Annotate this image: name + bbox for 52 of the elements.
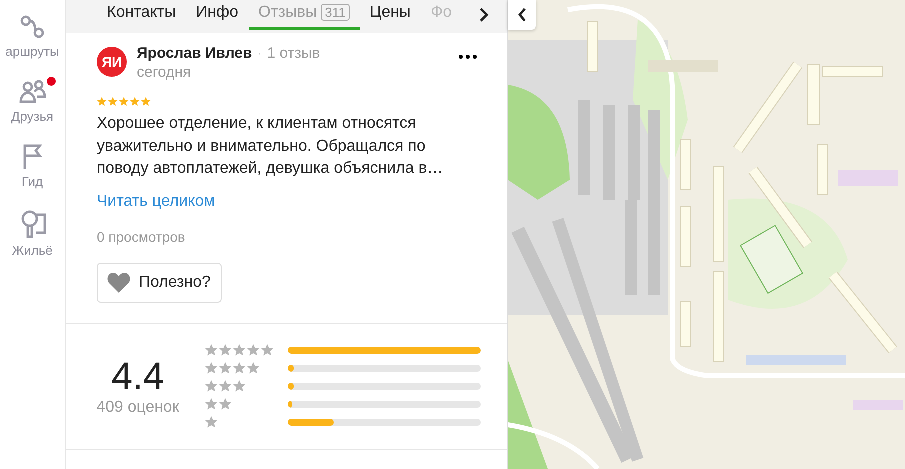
star-icon: [219, 362, 232, 374]
tab[interactable]: Цены: [360, 0, 421, 30]
star-icon: [130, 97, 140, 107]
tab[interactable]: Инфо: [186, 0, 249, 30]
sidebar-label: аршруты: [6, 44, 60, 59]
rating-score: 4.4: [112, 356, 164, 398]
view-count: 0 просмотров: [97, 228, 186, 244]
star-icon: [233, 344, 246, 356]
chevron-right-icon[interactable]: [479, 8, 489, 22]
star-icon: [205, 362, 218, 374]
read-more-link[interactable]: Читать целиком: [97, 192, 477, 210]
review-date: сегодня: [137, 64, 192, 81]
star-icon: [205, 344, 218, 356]
tab[interactable]: Отзывы 311: [248, 0, 360, 30]
sidebar-label: Жильё: [12, 243, 53, 258]
sidebar-item[interactable]: аршруты: [0, 14, 65, 59]
rating-count: 409 оценок: [96, 398, 180, 416]
star-icon: [219, 344, 232, 356]
star-icon: [247, 344, 260, 356]
author-name: Ярослав Ивлев: [137, 45, 252, 62]
star-icon: [205, 380, 218, 392]
separator-dot: ·: [257, 45, 262, 62]
star-icon: [119, 97, 129, 107]
sidebar-label: Друзья: [11, 109, 54, 124]
star-icon: [261, 344, 274, 356]
star-icon: [205, 416, 218, 428]
review-count: 1 отзыв: [267, 45, 320, 62]
sidebar-label: Гид: [22, 174, 44, 189]
tab[interactable]: Фо: [420, 0, 462, 30]
avatar: ЯИ: [97, 47, 127, 77]
sidebar-item[interactable]: Жильё: [0, 209, 65, 258]
star-icon: [108, 97, 118, 107]
star-icon: [233, 380, 246, 392]
tab[interactable]: Контакты: [97, 0, 186, 30]
more-options-icon[interactable]: [459, 55, 477, 59]
friends-icon: [18, 79, 46, 105]
chevron-left-icon: [518, 8, 526, 22]
route-icon: [20, 14, 46, 40]
star-icon: [97, 97, 107, 107]
count-badge: 311: [321, 4, 350, 21]
star-icon: [247, 362, 260, 374]
sidebar-item[interactable]: Гид: [0, 144, 65, 189]
review-text: Хорошее отделение, к клиентам относятся уважительно и внимательно. Обращался по поводу автоплатежей, девушка объяснила в…: [97, 114, 444, 179]
sidebar-item[interactable]: Друзья: [0, 79, 65, 124]
star-icon: [233, 362, 246, 374]
heart-icon: [107, 272, 131, 294]
star-icon: [219, 380, 232, 392]
back-button[interactable]: [508, 0, 536, 30]
star-icon: [219, 398, 232, 410]
useful-button[interactable]: Полезно?: [97, 262, 222, 302]
star-icon: [141, 97, 151, 107]
star-icon: [205, 398, 218, 410]
